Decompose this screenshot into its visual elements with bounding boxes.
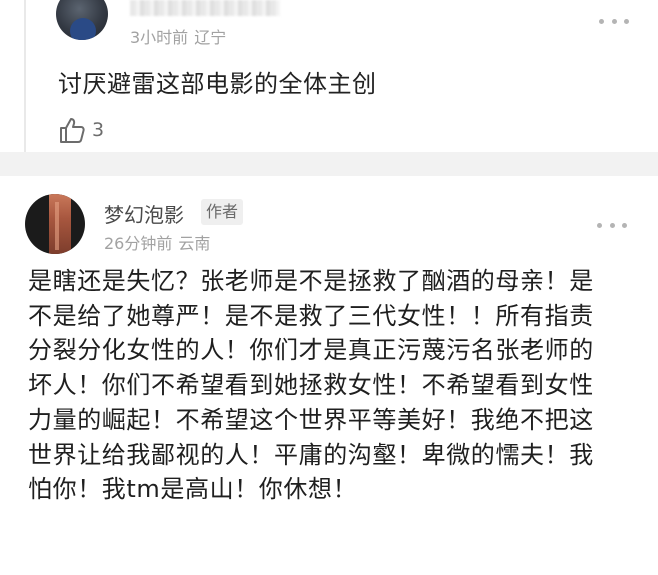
reply-meta: 3小时前 辽宁 xyxy=(130,24,226,48)
comment-thread: 3小时前 辽宁 讨厌避雷这部电影的全体主创 3 梦幻泡影 作者 26分钟前 云南 是… xyxy=(0,0,658,575)
reply-location: 辽宁 xyxy=(194,28,227,47)
author-name[interactable]: 梦幻泡影 xyxy=(104,199,184,228)
comment-meta: 26分钟前 云南 xyxy=(104,230,210,254)
author-badge: 作者 xyxy=(201,199,244,225)
more-dot xyxy=(624,18,629,24)
comment-line: 不是给了她尊严！是不是救了三代女性！！所有指责 xyxy=(28,301,594,330)
comment-body: 是瞎还是失忆？张老师是不是拯救了酗酒的母亲！是 不是给了她尊严！是不是救了三代女… xyxy=(28,264,638,507)
more-dot xyxy=(611,18,617,24)
avatar-image-stripe xyxy=(49,194,71,254)
avatar-image-highlight xyxy=(55,202,59,250)
comment-line: 坏人！你们不希望看到她拯救女性！不希望看到女性 xyxy=(28,371,594,400)
reply-more-button[interactable] xyxy=(599,14,629,28)
more-dots-icon xyxy=(597,222,602,228)
comment-line: 力量的崛起！不希望这个世界平等美好！我绝不把这 xyxy=(28,405,594,434)
reply-card: 3小时前 辽宁 讨厌避雷这部电影的全体主创 3 xyxy=(24,0,658,152)
comment-line: 分裂分化女性的人！你们才是真正污蔑污名张老师的 xyxy=(28,336,594,365)
like-button[interactable]: 3 xyxy=(58,116,104,144)
comment-more-button[interactable] xyxy=(597,218,627,232)
reply-text: 讨厌避雷这部电影的全体主创 xyxy=(58,70,377,98)
comment-time: 26分钟前 xyxy=(104,234,173,253)
comment-line: 怕你！我tm是高山！你休想！ xyxy=(28,475,358,504)
more-dots-icon xyxy=(599,18,604,24)
section-divider xyxy=(0,152,658,176)
reply-username-blurred xyxy=(130,0,280,16)
reply-time: 3小时前 xyxy=(130,28,189,47)
reply-avatar[interactable] xyxy=(56,0,108,40)
thumbs-up-icon xyxy=(60,118,85,143)
more-dot xyxy=(622,222,627,228)
like-count: 3 xyxy=(92,119,105,141)
more-dot xyxy=(609,222,615,228)
author-avatar[interactable] xyxy=(25,194,85,254)
comment-line: 世界让给我鄙视的人！平庸的沟壑！卑微的懦夫！我 xyxy=(28,440,594,469)
comment-line: 是瞎还是失忆？张老师是不是拯救了酗酒的母亲！是 xyxy=(28,267,594,295)
comment-location: 云南 xyxy=(178,234,211,253)
